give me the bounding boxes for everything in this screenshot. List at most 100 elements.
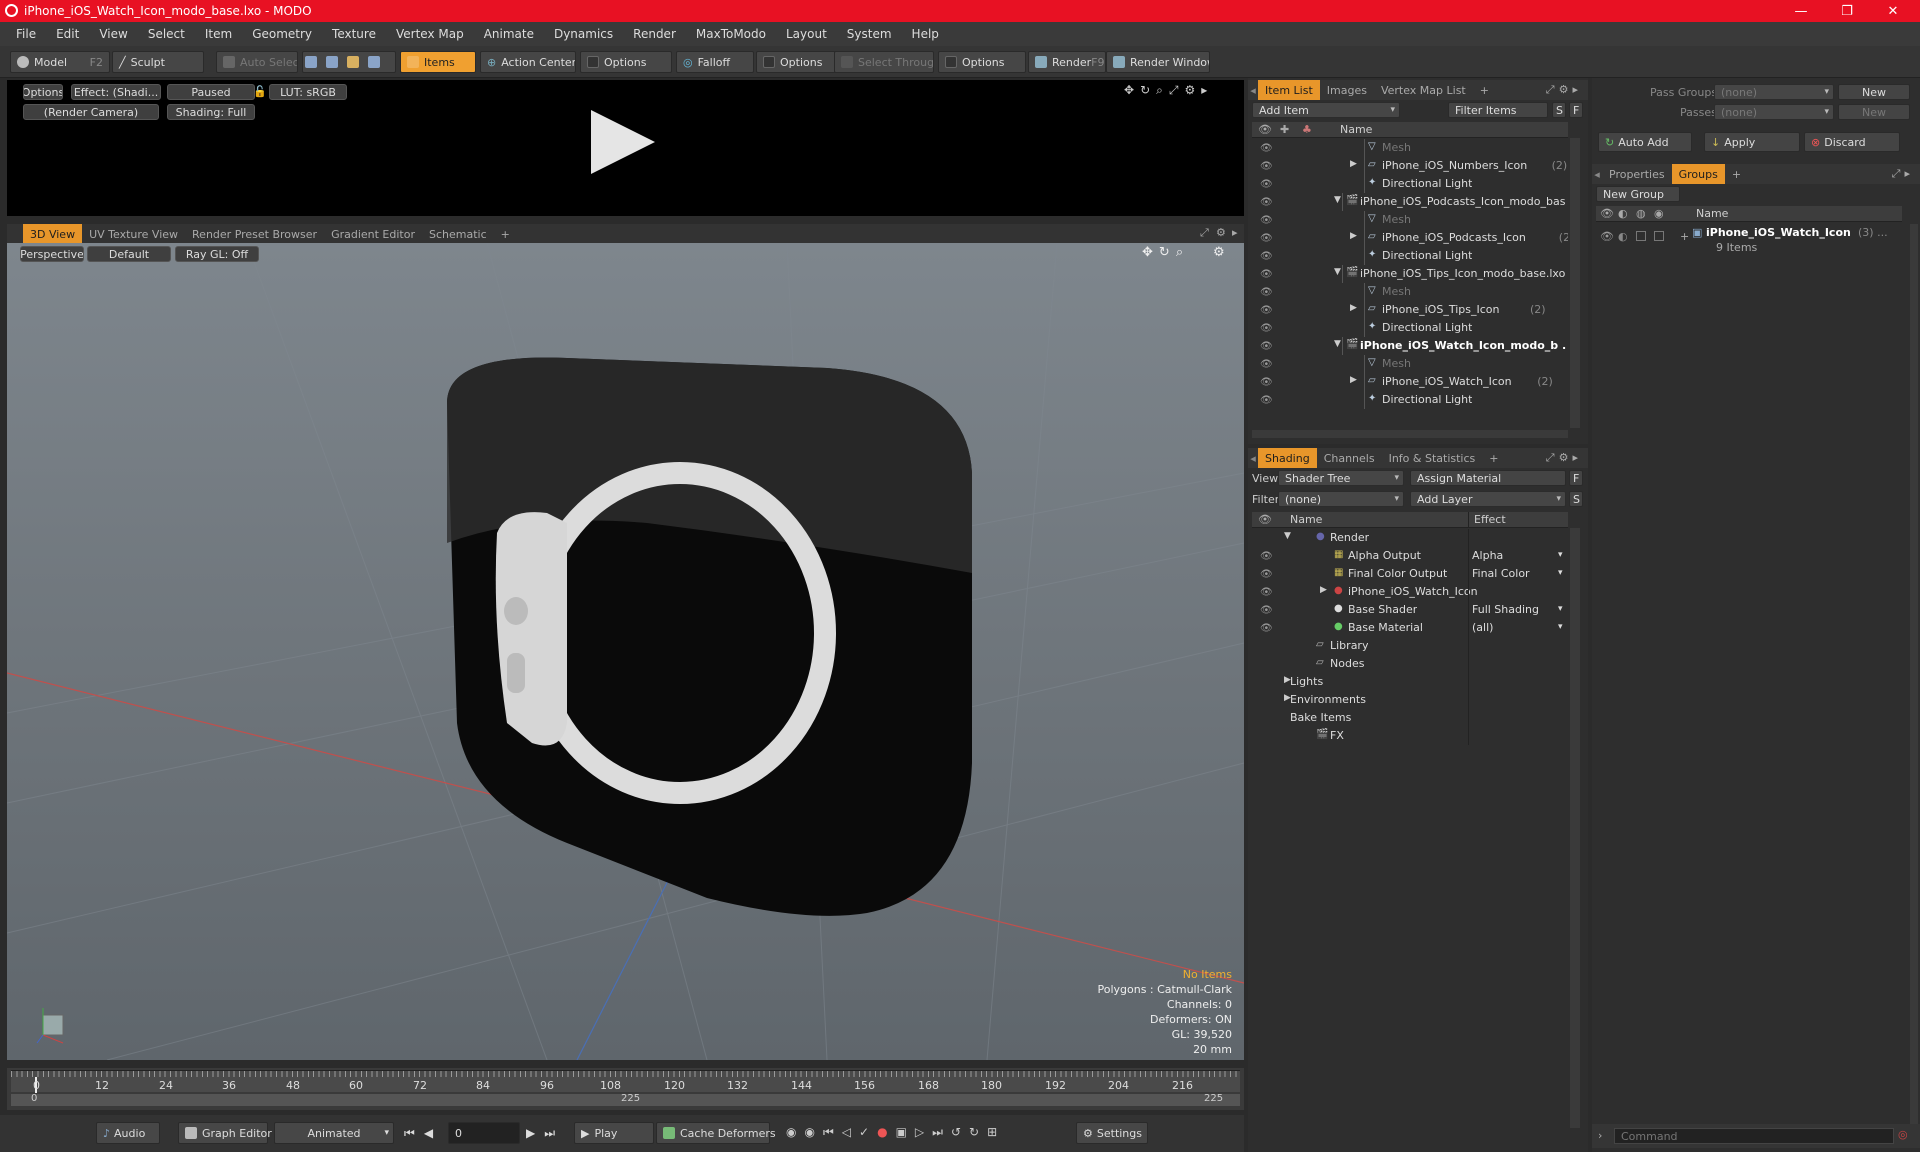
visibility-icon[interactable]: 👁: [1260, 269, 1273, 280]
item-list-row[interactable]: 👁 ✦ Directional Light: [1252, 319, 1568, 337]
shader-tree-row[interactable]: Bake Items: [1252, 709, 1568, 727]
menu-help[interactable]: Help: [902, 27, 949, 41]
menu-edit[interactable]: Edit: [46, 27, 89, 41]
chevron-down-icon[interactable]: ▾: [1558, 604, 1563, 614]
passes-dropdown[interactable]: (none): [1714, 104, 1834, 120]
item-list-row[interactable]: 👁 ▶ ▱ iPhone_iOS_Podcasts_Icon (2): [1252, 229, 1568, 247]
3d-viewport[interactable]: Perspective Default Ray GL: Off ✥↻⌕ ⚙ No…: [7, 243, 1244, 1060]
maximize-button[interactable]: ❐: [1824, 0, 1870, 22]
tab-gradient-editor[interactable]: Gradient Editor: [324, 224, 422, 244]
next-key-icon[interactable]: ⏭: [932, 1125, 951, 1139]
model-mode-button[interactable]: Model F2: [10, 51, 110, 73]
expand-arrow-icon[interactable]: ▼: [1284, 531, 1291, 541]
minimize-button[interactable]: —: [1778, 0, 1824, 22]
shader-tree-row[interactable]: ▱ Nodes: [1252, 655, 1568, 673]
close-button[interactable]: ✕: [1870, 0, 1916, 22]
gear-icon[interactable]: ⚙: [1184, 83, 1201, 97]
action-center-button[interactable]: ⊕ Action Center: [480, 51, 576, 73]
expand-arrow-icon[interactable]: ▶: [1320, 585, 1327, 595]
new-pass-group-button[interactable]: New: [1838, 84, 1910, 100]
menu-item[interactable]: Item: [195, 27, 242, 41]
visibility-icon[interactable]: 👁: [1260, 569, 1273, 580]
loop-icon[interactable]: ↺: [951, 1125, 969, 1139]
expand-arrow-icon[interactable]: ▼: [1334, 339, 1341, 349]
expand-arrow-icon[interactable]: ▼: [1334, 195, 1341, 205]
expand-arrow-icon[interactable]: ▼: [1334, 267, 1341, 277]
menu-animate[interactable]: Animate: [474, 27, 544, 41]
tab-item-list[interactable]: Item List: [1258, 80, 1320, 100]
effect-dropdown[interactable]: (all): [1472, 621, 1493, 634]
visibility-icon[interactable]: 👁: [1260, 551, 1273, 562]
preview-options-button[interactable]: Options: [23, 84, 63, 100]
group-row[interactable]: 👁 ◐ + ▣ iPhone_iOS_Watch_Icon (3) ... 9 …: [1596, 224, 1902, 260]
item-list-row[interactable]: 👁 ▽ Mesh: [1252, 355, 1568, 373]
filter-dropdown[interactable]: (none): [1278, 491, 1404, 507]
filter-f-button[interactable]: F: [1569, 102, 1583, 118]
skip-end-icon[interactable]: ⏭: [544, 1126, 564, 1140]
tab-info-statistics[interactable]: Info & Statistics: [1382, 448, 1483, 468]
move-icon[interactable]: ✥: [1124, 83, 1140, 97]
visibility-icon[interactable]: 👁: [1260, 623, 1273, 634]
visibility-icon[interactable]: 👁: [1260, 341, 1273, 352]
menu-dynamics[interactable]: Dynamics: [544, 27, 623, 41]
visibility-icon[interactable]: 👁: [1260, 251, 1273, 262]
item-list-row[interactable]: 👁 ▶ ▱ iPhone_iOS_Tips_Icon (2): [1252, 301, 1568, 319]
items-mode-button[interactable]: Items: [400, 51, 476, 73]
tab-uv-texture-view[interactable]: UV Texture View: [82, 224, 185, 244]
cache-deformers-button[interactable]: Cache Deformers: [656, 1122, 776, 1144]
loop-icon[interactable]: ↻: [969, 1125, 987, 1139]
item-list-row[interactable]: 👁 ✦ Directional Light: [1252, 247, 1568, 265]
visibility-icon[interactable]: 👁: [1260, 305, 1273, 316]
shader-tree-row[interactable]: 👁 ▶ ● iPhone_iOS_Watch_Icon ( ...: [1252, 583, 1568, 601]
shading-style-dropdown[interactable]: Default: [87, 246, 171, 262]
view-dropdown[interactable]: Shader Tree: [1278, 470, 1404, 486]
render-window-button[interactable]: Render Window: [1106, 51, 1210, 73]
auto-select-button[interactable]: Auto Select: [216, 51, 298, 73]
falloff-button[interactable]: ◎ Falloff: [676, 51, 754, 73]
menu-layout[interactable]: Layout: [776, 27, 837, 41]
play-button[interactable]: ▶ Play: [574, 1122, 654, 1144]
shader-tree-scrollbar[interactable]: [1570, 528, 1580, 1128]
visibility-icon[interactable]: 👁: [1600, 230, 1614, 243]
item-list-tree[interactable]: 👁 ▽ Mesh 👁 ▶ ▱ iPhone_iOS_Numbers_Icon (2) 👁 ✦ Dir…: [1252, 139, 1568, 429]
arrow-right-icon[interactable]: ▸: [1201, 83, 1213, 97]
shading-dropdown[interactable]: Shading: Full: [167, 104, 255, 120]
expand-arrow-icon[interactable]: ▶: [1350, 159, 1357, 169]
zoom-icon[interactable]: ⌕: [1156, 83, 1169, 97]
shading-f-button[interactable]: F: [1569, 470, 1583, 486]
zoom-icon[interactable]: ⌕: [1176, 245, 1189, 260]
filter-s-button[interactable]: S: [1552, 102, 1566, 118]
edge-mode-icon[interactable]: [326, 56, 338, 68]
groups-scrollbar[interactable]: [1910, 224, 1918, 1124]
timeline[interactable]: 0 12 24 36 48 60 72 84 96 108 120 132 14…: [7, 1068, 1244, 1110]
arrow-right-icon[interactable]: ▸: [1904, 167, 1914, 180]
current-frame-field[interactable]: 0: [448, 1122, 520, 1144]
add-item-dropdown[interactable]: Add Item: [1252, 102, 1400, 118]
shader-tree-row[interactable]: 👁 ● Base Material (all) ▾: [1252, 619, 1568, 637]
tab-channels[interactable]: Channels: [1317, 448, 1382, 468]
arrow-right-icon[interactable]: ▸: [1572, 451, 1582, 464]
visibility-icon[interactable]: 👁: [1260, 587, 1273, 598]
menu-file[interactable]: File: [6, 27, 46, 41]
sculpt-mode-button[interactable]: ╱ Sculpt: [112, 51, 204, 73]
shader-tree-row[interactable]: ▶ Lights: [1252, 673, 1568, 691]
prev-key-icon[interactable]: ◁: [842, 1125, 859, 1139]
select-toggle-icon[interactable]: [1654, 231, 1664, 241]
tab-vertex-map-list[interactable]: Vertex Map List: [1374, 80, 1473, 100]
item-list-row[interactable]: 👁 ▶ ▱ iPhone_iOS_Watch_Icon (2): [1252, 373, 1568, 391]
chevron-down-icon[interactable]: ▾: [1558, 568, 1563, 578]
item-list-row[interactable]: 👁 ▽ Mesh: [1252, 211, 1568, 229]
key-icon[interactable]: ◉: [804, 1125, 822, 1139]
tab-3d-view[interactable]: 3D View: [23, 224, 83, 244]
expand-toggle-icon[interactable]: +: [1680, 230, 1689, 243]
visibility-icon[interactable]: 👁: [1260, 359, 1273, 370]
new-group-button[interactable]: New Group: [1596, 186, 1680, 202]
select-through-button[interactable]: Select Through: [834, 51, 934, 73]
discard-button[interactable]: ⊗ Discard: [1804, 132, 1900, 152]
settings-button[interactable]: ⚙ Settings: [1076, 1122, 1148, 1144]
visibility-icon[interactable]: 👁: [1260, 179, 1273, 190]
action-center-options-button[interactable]: Options: [580, 51, 672, 73]
apply-button[interactable]: ↓ Apply: [1704, 132, 1800, 152]
expand-icon[interactable]: ⤢: [1546, 83, 1559, 96]
perspective-dropdown[interactable]: Perspective: [20, 246, 84, 262]
